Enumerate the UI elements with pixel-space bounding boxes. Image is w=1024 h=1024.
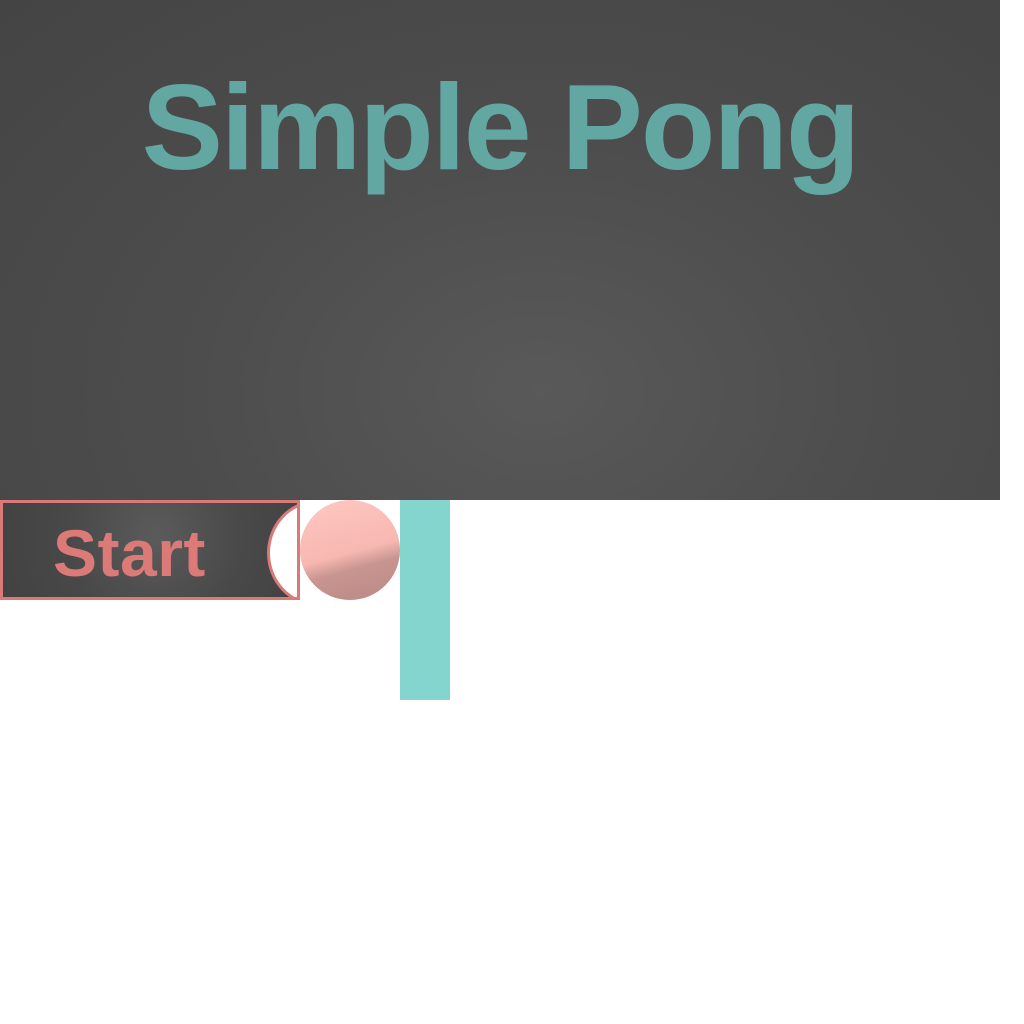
game-page: Simple Pong Start — [0, 0, 1024, 1024]
start-button[interactable]: Start — [0, 500, 300, 600]
game-screen: Simple Pong — [0, 0, 1000, 500]
game-title: Simple Pong — [141, 59, 861, 195]
start-button-notch — [267, 503, 297, 597]
pong-paddle — [400, 500, 450, 700]
start-button-label: Start — [53, 516, 206, 590]
pong-ball — [300, 500, 400, 600]
